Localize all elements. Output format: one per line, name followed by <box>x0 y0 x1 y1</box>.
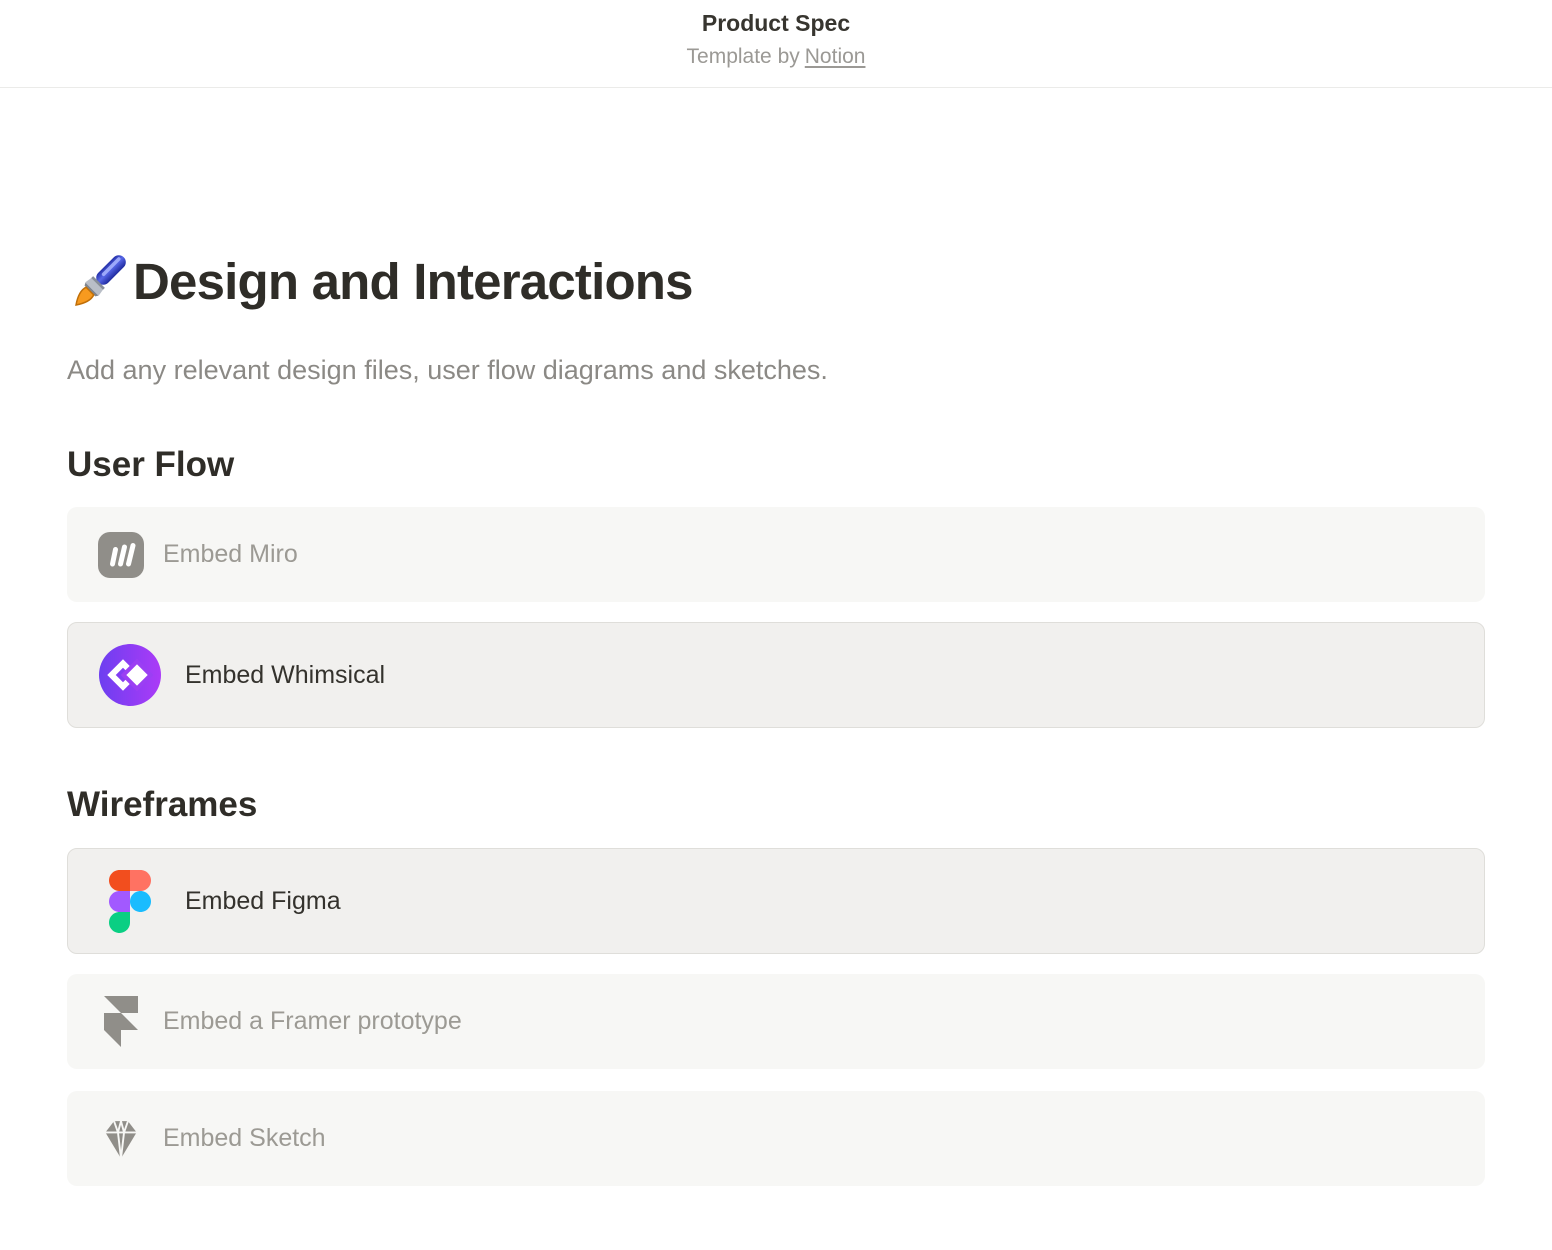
figma-icon <box>99 870 161 933</box>
doc-title: Product Spec <box>0 8 1552 38</box>
page-title-block: Design and Interactions <box>67 249 1485 315</box>
template-byline: Template byNotion <box>0 43 1552 71</box>
paintbrush-icon <box>67 249 131 315</box>
page-body: Design and Interactions Add any relevant… <box>0 249 1552 1186</box>
template-byline-text: Template by <box>687 45 800 68</box>
embed-row-miro[interactable]: Embed Miro <box>67 507 1485 602</box>
whimsical-icon <box>99 644 161 706</box>
embed-label-miro: Embed Miro <box>163 540 298 569</box>
section-heading-user-flow: User Flow <box>67 442 1485 487</box>
embed-label-figma: Embed Figma <box>185 887 341 916</box>
embed-label-sketch: Embed Sketch <box>163 1124 326 1153</box>
doc-header: Product Spec Template byNotion <box>0 0 1552 88</box>
framer-icon <box>95 996 147 1047</box>
embed-row-figma[interactable]: Embed Figma <box>67 848 1485 954</box>
section-heading-wireframes: Wireframes <box>67 782 1485 827</box>
sketch-icon <box>95 1115 147 1162</box>
embed-label-whimsical: Embed Whimsical <box>185 661 385 690</box>
page-description: Add any relevant design files, user flow… <box>67 353 1485 388</box>
embed-row-whimsical[interactable]: Embed Whimsical <box>67 622 1485 728</box>
page-title: Design and Interactions <box>133 249 693 315</box>
notion-link[interactable]: Notion <box>805 45 866 68</box>
embed-label-framer: Embed a Framer prototype <box>163 1007 462 1036</box>
miro-icon <box>95 532 147 578</box>
embed-row-framer[interactable]: Embed a Framer prototype <box>67 974 1485 1069</box>
embed-row-sketch[interactable]: Embed Sketch <box>67 1091 1485 1186</box>
